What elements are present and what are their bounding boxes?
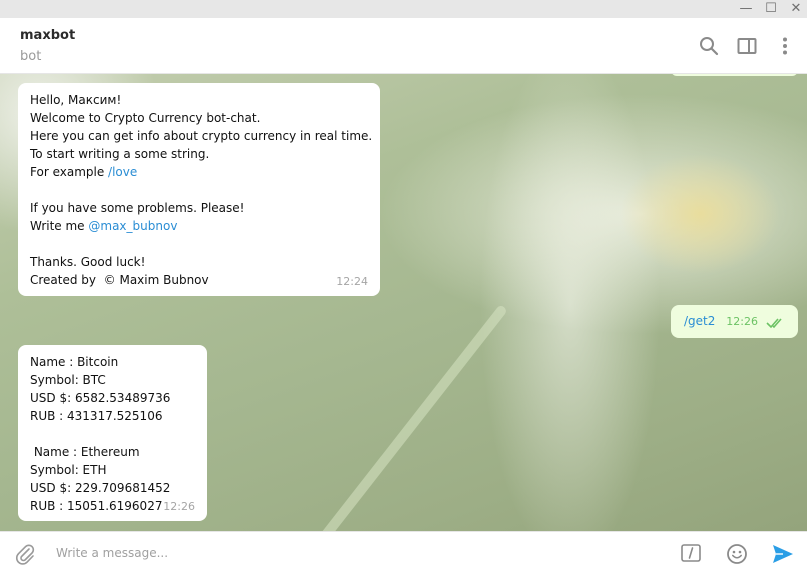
close-button[interactable]: ✕ <box>785 0 807 18</box>
chat-status: bot <box>20 49 42 64</box>
message-line: Welcome to Crypto Currency bot-chat. <box>30 111 261 125</box>
paperclip-icon[interactable] <box>14 543 36 565</box>
message-input[interactable] <box>56 541 656 565</box>
message-line <box>30 235 368 253</box>
emoji-icon[interactable] <box>726 543 748 565</box>
message-time: 12:26 <box>163 500 195 513</box>
maximize-button[interactable]: ☐ <box>760 0 782 18</box>
message-line: Here you can get info about crypto curre… <box>30 129 373 143</box>
message-line: RUB : 431317.525106 <box>30 409 163 423</box>
incoming-message[interactable]: Name : Bitcoin Symbol: BTC USD $: 6582.5… <box>18 345 207 521</box>
chat-title[interactable]: maxbot <box>20 28 75 43</box>
message-time: 12:26 <box>726 315 758 328</box>
message-line: USD $: 229.709681452 <box>30 481 171 495</box>
message-line: Name : Ethereum <box>30 445 140 459</box>
window-titlebar: — ☐ ✕ <box>0 0 807 18</box>
bot-command-icon[interactable] <box>681 544 701 562</box>
search-icon[interactable] <box>698 35 720 57</box>
previous-message-edge <box>671 74 798 76</box>
command-link[interactable]: /get2 <box>684 312 715 330</box>
double-check-icon <box>766 316 786 329</box>
message-text: For example <box>30 165 109 179</box>
wallpaper-decoration <box>302 304 508 531</box>
message-text: Write me <box>30 219 89 233</box>
side-panel-icon[interactable] <box>736 35 758 57</box>
message-line: Name : Bitcoin <box>30 355 119 369</box>
message-line: Symbol: ETH <box>30 463 107 477</box>
message-line: Created by © Maxim Bubnov <box>30 273 209 287</box>
message-line: Thanks. Good luck! <box>30 255 146 269</box>
message-line: Hello, Максим! <box>30 93 122 107</box>
chat-header: maxbot bot <box>0 18 807 74</box>
command-link[interactable]: /love <box>108 165 137 179</box>
outgoing-message[interactable]: /get2 12:26 <box>671 305 798 338</box>
message-composer <box>0 531 807 574</box>
message-line: If you have some problems. Please! <box>30 201 245 215</box>
more-vertical-icon[interactable] <box>774 35 796 57</box>
message-line: To start writing a some string. <box>30 147 210 161</box>
incoming-message[interactable]: Hello, Максим! Welcome to Crypto Currenc… <box>18 83 380 296</box>
message-line <box>30 181 368 199</box>
message-line <box>30 425 195 443</box>
message-line: Symbol: BTC <box>30 373 106 387</box>
send-icon[interactable] <box>771 543 795 565</box>
mention-link[interactable]: @max_bubnov <box>88 219 177 233</box>
message-line: Write me @max_bubnov <box>30 217 368 235</box>
chat-history[interactable]: Hello, Максим! Welcome to Crypto Currenc… <box>0 74 807 531</box>
message-line: For example /love <box>30 163 368 181</box>
minimize-button[interactable]: — <box>735 0 757 18</box>
message-line: USD $: 6582.53489736 <box>30 391 171 405</box>
message-time: 12:24 <box>336 275 368 288</box>
